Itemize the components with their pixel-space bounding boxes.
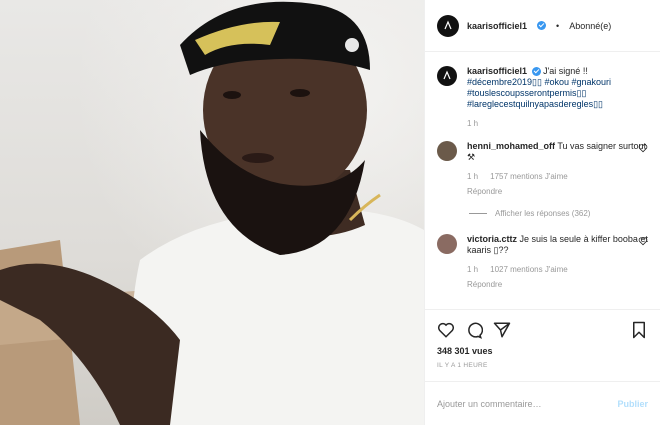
header-separator: • [556, 20, 560, 31]
author-avatar[interactable] [437, 14, 459, 37]
author-username[interactable]: kaarisofficiel1 [467, 21, 527, 31]
post-video[interactable] [0, 0, 424, 425]
post-header: kaarisofficiel1 • Abonné(e) [425, 0, 660, 52]
post-actions: 348 301 vues IL Y A 1 HEURE [425, 309, 660, 369]
view-replies-button[interactable]: Afficher les réponses (362) [469, 209, 648, 218]
view-replies-label: Afficher les réponses (362) [495, 209, 591, 218]
comment-item: henni_mohamed_off Tu vas saigner surtout… [437, 141, 648, 197]
comment-heart-icon[interactable] [638, 143, 648, 153]
caption-time[interactable]: 1 h [467, 118, 478, 129]
commenter-avatar[interactable] [437, 141, 457, 161]
person-figure [0, 1, 424, 425]
verified-badge-icon [531, 67, 541, 77]
caption-username[interactable]: kaarisofficiel1 [467, 66, 527, 76]
comment-username[interactable]: henni_mohamed_off [467, 141, 555, 151]
caption-avatar[interactable] [437, 66, 457, 86]
caption-text: J'ai signé !! [543, 66, 588, 76]
heart-icon[interactable] [437, 321, 455, 339]
comment-likes[interactable]: 1027 mentions J'aime [490, 264, 568, 275]
comment-heart-icon[interactable] [638, 236, 648, 246]
instagram-post: kaarisofficiel1 • Abonné(e) kaarisoffici… [0, 0, 660, 425]
comment-likes[interactable]: 1757 mentions J'aime [490, 171, 568, 182]
verified-badge-icon [537, 21, 547, 30]
action-icons [437, 316, 648, 344]
comment-time[interactable]: 1 h [467, 264, 478, 275]
comment-time[interactable]: 1 h [467, 171, 478, 182]
comments-section: kaarisofficiel1 J'ai signé !! #décembre2… [425, 52, 660, 309]
paper-plane-icon[interactable] [493, 321, 511, 339]
comment-bubble-icon[interactable] [465, 321, 483, 339]
post-timestamp: IL Y A 1 HEURE [437, 362, 488, 369]
post-sidebar: kaarisofficiel1 • Abonné(e) kaarisoffici… [424, 0, 660, 425]
view-count[interactable]: 348 301 vues [437, 346, 648, 356]
caption: kaarisofficiel1 J'ai signé !! #décembre2… [437, 66, 648, 129]
reply-button[interactable]: Répondre [467, 186, 648, 197]
commenter-avatar[interactable] [437, 234, 457, 254]
bookmark-icon[interactable] [630, 321, 648, 339]
logo-icon [443, 70, 451, 80]
comment-input[interactable] [437, 398, 618, 409]
reply-button[interactable]: Répondre [467, 279, 648, 290]
caption-hashtags[interactable]: #décembre2019▯▯ #okou #gnakouri #tousles… [467, 77, 648, 110]
add-comment-bar: Publier [425, 381, 660, 425]
divider-line [469, 213, 487, 214]
publish-button[interactable]: Publier [617, 399, 648, 409]
logo-icon [444, 19, 452, 29]
comment-item: victoria.cttz Je suis la seule à kiffer … [437, 234, 648, 290]
follow-status-button[interactable]: Abonné(e) [569, 21, 611, 31]
comment-username[interactable]: victoria.cttz [467, 234, 517, 244]
